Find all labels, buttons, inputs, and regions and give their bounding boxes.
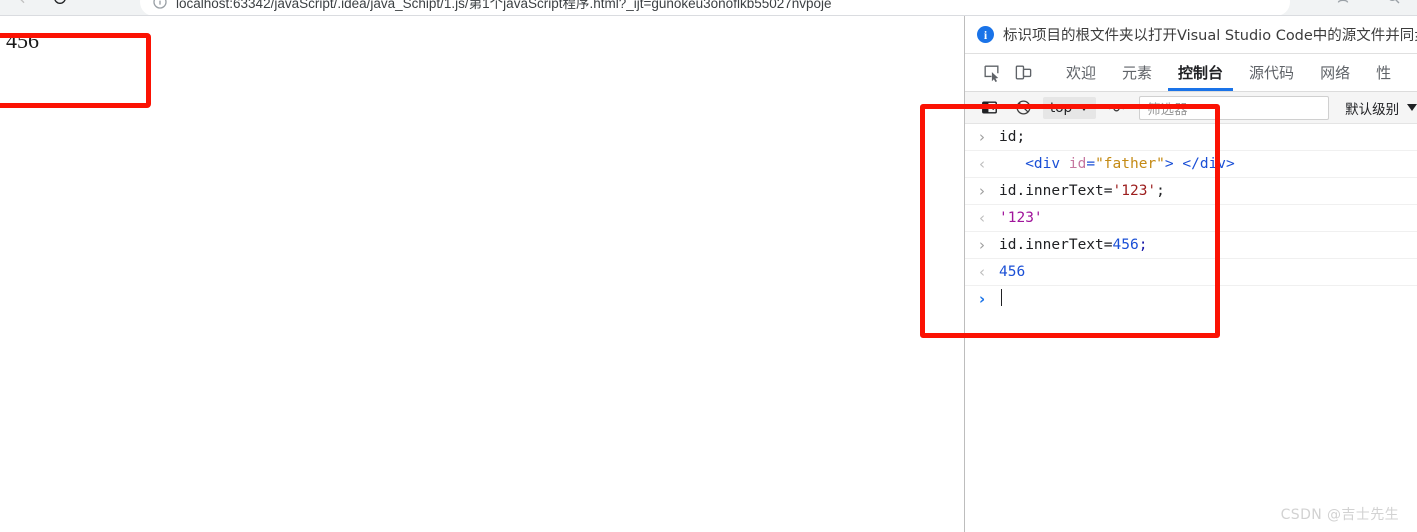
console-row-text: id; xyxy=(999,129,1026,145)
prompt-arrow-icon: › xyxy=(979,236,985,254)
device-toolbar-icon[interactable] xyxy=(1007,58,1039,88)
profile-icon[interactable] xyxy=(1335,0,1351,5)
console-row-output[interactable]: ‹ <div id="father"> </div> xyxy=(965,151,1417,178)
console-prompt-input[interactable] xyxy=(999,289,1417,309)
console-row-text: id.innerText=456; xyxy=(999,237,1148,253)
result-arrow-icon: ‹ xyxy=(979,155,985,173)
chevron-down-icon xyxy=(1079,104,1090,111)
eye-icon[interactable] xyxy=(1102,95,1130,121)
console-row-output[interactable]: ‹ 456 xyxy=(965,259,1417,286)
console-log-list[interactable]: › id; ‹ <div id="father"> </div> › id.in… xyxy=(965,124,1417,532)
csdn-watermark: CSDN @吉士先生 xyxy=(1280,507,1399,523)
devtools-info-text: 标识项目的根文件夹以打开Visual Studio Code中的源文件并同步 xyxy=(1003,28,1417,44)
father-div-output: 456 xyxy=(6,28,39,53)
prompt-arrow-icon: › xyxy=(979,128,985,146)
console-row-input[interactable]: › id.innerText='123'; xyxy=(965,178,1417,205)
screenshot-root: localhost:63342/javaScript/.idea/java_Sc… xyxy=(0,0,1417,532)
browser-nav-buttons xyxy=(14,0,68,6)
prompt-arrow-icon: › xyxy=(979,290,986,308)
browser-toolbar-right xyxy=(1335,0,1401,5)
console-row-text: id.innerText='123'; xyxy=(999,183,1165,199)
tab-console[interactable]: 控制台 xyxy=(1165,54,1236,91)
back-arrow-icon[interactable] xyxy=(14,0,30,6)
page-viewport: 456 xyxy=(0,16,965,532)
console-row-text: '123' xyxy=(999,210,1043,226)
console-level-select[interactable]: 默认级别 xyxy=(1339,96,1417,120)
console-row-text: 456 xyxy=(999,264,1026,280)
inspect-element-icon[interactable] xyxy=(975,58,1007,88)
console-row-input[interactable]: › id; xyxy=(965,124,1417,151)
console-filter-input[interactable]: 筛选器 xyxy=(1139,95,1330,120)
address-bar-url: localhost:63342/javaScript/.idea/java_Sc… xyxy=(176,0,832,11)
site-info-icon[interactable] xyxy=(152,0,168,10)
browser-chrome: localhost:63342/javaScript/.idea/java_Sc… xyxy=(0,0,1417,16)
reload-icon[interactable] xyxy=(52,0,68,6)
devtools-info-bar: i 标识项目的根文件夹以打开Visual Studio Code中的源文件并同步 xyxy=(965,16,1417,54)
prompt-arrow-icon: › xyxy=(979,182,985,200)
chevron-down-icon xyxy=(1407,104,1417,111)
tab-sources[interactable]: 源代码 xyxy=(1236,54,1307,91)
address-bar[interactable]: localhost:63342/javaScript/.idea/java_Sc… xyxy=(140,0,1290,16)
console-sidebar-toggle-icon[interactable] xyxy=(975,95,1003,121)
devtools-tab-strip: 欢迎 元素 控制台 源代码 网络 性 xyxy=(965,54,1417,92)
console-row-output[interactable]: ‹ '123' xyxy=(965,205,1417,232)
console-prompt-row[interactable]: › xyxy=(965,286,1417,312)
tab-performance[interactable]: 性 xyxy=(1363,54,1404,91)
devtools-panel: i 标识项目的根文件夹以打开Visual Studio Code中的源文件并同步… xyxy=(965,16,1417,532)
result-arrow-icon: ‹ xyxy=(979,209,985,227)
search-icon[interactable] xyxy=(1385,0,1401,5)
info-icon: i xyxy=(977,26,994,43)
console-row-text: <div id="father"> </div> xyxy=(1025,156,1235,172)
console-context-select[interactable]: top xyxy=(1043,96,1097,119)
tab-welcome[interactable]: 欢迎 xyxy=(1053,54,1109,91)
tab-elements[interactable]: 元素 xyxy=(1109,54,1165,91)
tab-network[interactable]: 网络 xyxy=(1307,54,1363,91)
result-arrow-icon: ‹ xyxy=(979,263,985,281)
console-row-input[interactable]: › id.innerText=456; xyxy=(965,232,1417,259)
clear-console-icon[interactable] xyxy=(1009,95,1037,121)
console-filter-toolbar: top 筛选器 默认级别 xyxy=(965,92,1417,124)
